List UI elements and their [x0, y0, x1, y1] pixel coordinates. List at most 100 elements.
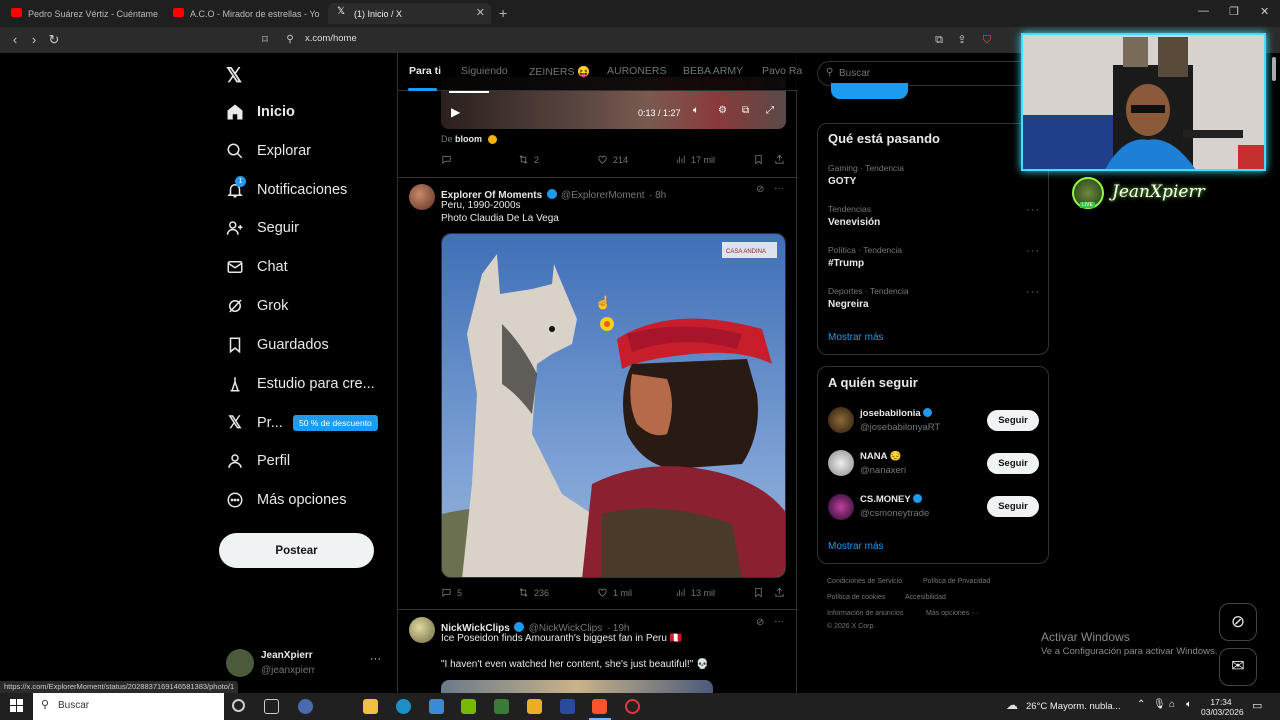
tab-beba-army[interactable]: BEBA ARMY: [683, 65, 743, 77]
reload-icon[interactable]: ↻: [45, 31, 63, 49]
store-icon[interactable]: [363, 699, 378, 714]
x-logo-icon[interactable]: 𝕏: [226, 63, 242, 88]
site-info-icon[interactable]: ⚲: [281, 31, 299, 49]
tab-para-ti[interactable]: Para ti: [409, 65, 441, 77]
new-tab-icon[interactable]: +: [499, 5, 507, 21]
browser-tab[interactable]: A.C.O - Mirador de estrellas - Yo: [164, 3, 322, 24]
notification-center-icon[interactable]: ▭: [1252, 699, 1262, 712]
follow-name[interactable]: josebabilonia: [860, 408, 933, 419]
back-icon[interactable]: ‹: [6, 31, 24, 49]
tab-auroners[interactable]: AURONERS: [607, 65, 667, 77]
close-window-icon[interactable]: ✕: [1260, 5, 1269, 18]
tab-zeiners[interactable]: ZEINERS 😝: [529, 65, 591, 78]
reply-action[interactable]: [441, 154, 457, 165]
trend-name[interactable]: GOTY: [828, 176, 856, 187]
play-icon[interactable]: ▶: [451, 105, 460, 119]
follow-button[interactable]: Seguir: [987, 453, 1039, 474]
trend-name[interactable]: Venevisión: [828, 217, 880, 228]
show-more-trends-link[interactable]: Mostrar más: [828, 332, 884, 343]
mail-icon[interactable]: [429, 699, 444, 714]
network-icon[interactable]: ⌂: [1169, 699, 1175, 710]
trend-more-icon[interactable]: ···: [1026, 286, 1040, 298]
follow-button[interactable]: Seguir: [987, 410, 1039, 431]
bookmark-action[interactable]: [753, 154, 769, 165]
pip-icon[interactable]: ⧉: [742, 105, 749, 116]
share-icon[interactable]: ⇪: [953, 31, 971, 49]
avatar[interactable]: [226, 649, 254, 677]
forward-icon[interactable]: ›: [25, 31, 43, 49]
account-menu-icon[interactable]: ···: [370, 653, 381, 665]
source-name[interactable]: bloom: [455, 134, 482, 144]
more-icon[interactable]: ···: [774, 183, 784, 194]
taskbar-search[interactable]: ⚲ Buscar: [33, 693, 224, 720]
more-icon[interactable]: ···: [774, 616, 784, 627]
minimize-icon[interactable]: —: [1198, 5, 1209, 17]
avatar[interactable]: [828, 494, 854, 520]
volume-icon[interactable]: 🔈︎: [1186, 699, 1192, 710]
brave-icon[interactable]: [592, 699, 607, 714]
brave-shield-icon[interactable]: ⛉: [978, 31, 996, 49]
edge-icon[interactable]: [396, 699, 411, 714]
views-action[interactable]: 13 mil: [675, 587, 715, 598]
sidebar-item-mas-opciones[interactable]: Más opciones: [226, 486, 346, 514]
restore-icon[interactable]: ❐: [1229, 5, 1239, 18]
minecraft-icon[interactable]: [494, 699, 509, 714]
follow-button[interactable]: Seguir: [987, 496, 1039, 517]
clock[interactable]: 17:34 03/03/2026: [1201, 697, 1244, 717]
scrollbar-thumb[interactable]: [1272, 57, 1276, 81]
avatar[interactable]: [828, 407, 854, 433]
author-handle[interactable]: @ExplorerMoment: [561, 190, 645, 201]
trend-more-icon[interactable]: ···: [1026, 204, 1040, 216]
reply-action[interactable]: 5: [441, 587, 462, 598]
obs-icon[interactable]: [625, 699, 640, 714]
url-field[interactable]: x.com/home: [305, 33, 357, 44]
messages-floating-button[interactable]: ✉: [1219, 648, 1257, 686]
app-icon[interactable]: [560, 699, 575, 714]
trend-name[interactable]: #Trump: [828, 258, 864, 269]
sidebar-item-notificaciones[interactable]: 1 Notificaciones: [226, 176, 347, 204]
tweet-media[interactable]: [441, 680, 713, 693]
tray-chevron-icon[interactable]: ⌃: [1137, 699, 1145, 710]
post-button[interactable]: Postear: [219, 533, 374, 568]
show-more-follow-link[interactable]: Mostrar más: [828, 541, 884, 552]
open-external-icon[interactable]: ⧉: [930, 31, 948, 49]
bookmark-page-icon[interactable]: ⌑: [256, 31, 274, 49]
cortana-icon[interactable]: [232, 699, 245, 712]
footer-link[interactable]: Política de cookies: [827, 594, 885, 601]
sidebar-item-guardados[interactable]: Guardados: [226, 331, 329, 359]
tab-siguiendo[interactable]: Siguiendo: [461, 65, 508, 77]
video-progress[interactable]: [449, 91, 489, 93]
windows-start-icon[interactable]: [10, 699, 23, 712]
tweet-photo[interactable]: CASA ANDINA: [441, 233, 786, 578]
settings-icon[interactable]: ⚙︎: [718, 105, 727, 116]
close-tab-icon[interactable]: ✕: [476, 6, 485, 19]
avatar[interactable]: [828, 450, 854, 476]
sidebar-item-inicio[interactable]: Inicio: [226, 98, 295, 126]
share-action[interactable]: [774, 587, 790, 598]
grok-icon[interactable]: ⊘: [756, 184, 764, 195]
like-action[interactable]: 1 mil: [597, 587, 632, 598]
microphone-icon[interactable]: 🎙︎: [1153, 699, 1166, 710]
weather-icon[interactable]: ☁: [1006, 698, 1018, 712]
footer-link[interactable]: Más opciones ···: [926, 610, 978, 617]
follow-name[interactable]: CS.MONEY: [860, 494, 923, 505]
retweet-action[interactable]: 236: [518, 587, 549, 598]
browser-tab-active[interactable]: 𝕏 (1) Inicio / X ✕: [328, 3, 491, 24]
footer-link[interactable]: Política de Privacidad: [923, 578, 990, 585]
browser-tab[interactable]: Pedro Suárez Vértiz - Cuéntame - Yo: [2, 3, 160, 24]
like-action[interactable]: 214: [597, 154, 628, 165]
sidebar-item-perfil[interactable]: Perfil: [226, 447, 290, 475]
sidebar-item-estudio[interactable]: Estudio para cre...: [226, 370, 375, 398]
tweet-time[interactable]: · 8h: [649, 190, 666, 201]
sidebar-item-premium[interactable]: 𝕏 Pr...: [226, 409, 283, 437]
avatar[interactable]: [409, 617, 435, 643]
sidebar-item-seguir[interactable]: Seguir: [226, 214, 299, 242]
task-view-icon[interactable]: [264, 699, 279, 714]
share-action[interactable]: [774, 154, 790, 165]
follow-name[interactable]: NANA 😔: [860, 451, 902, 462]
footer-link[interactable]: Condiciones de Servicio: [827, 578, 902, 585]
bookmark-action[interactable]: [753, 587, 769, 598]
grok-icon[interactable]: ⊘: [756, 617, 764, 628]
trend-name[interactable]: Negreira: [828, 299, 869, 310]
footer-link[interactable]: Accesibilidad: [905, 594, 946, 601]
